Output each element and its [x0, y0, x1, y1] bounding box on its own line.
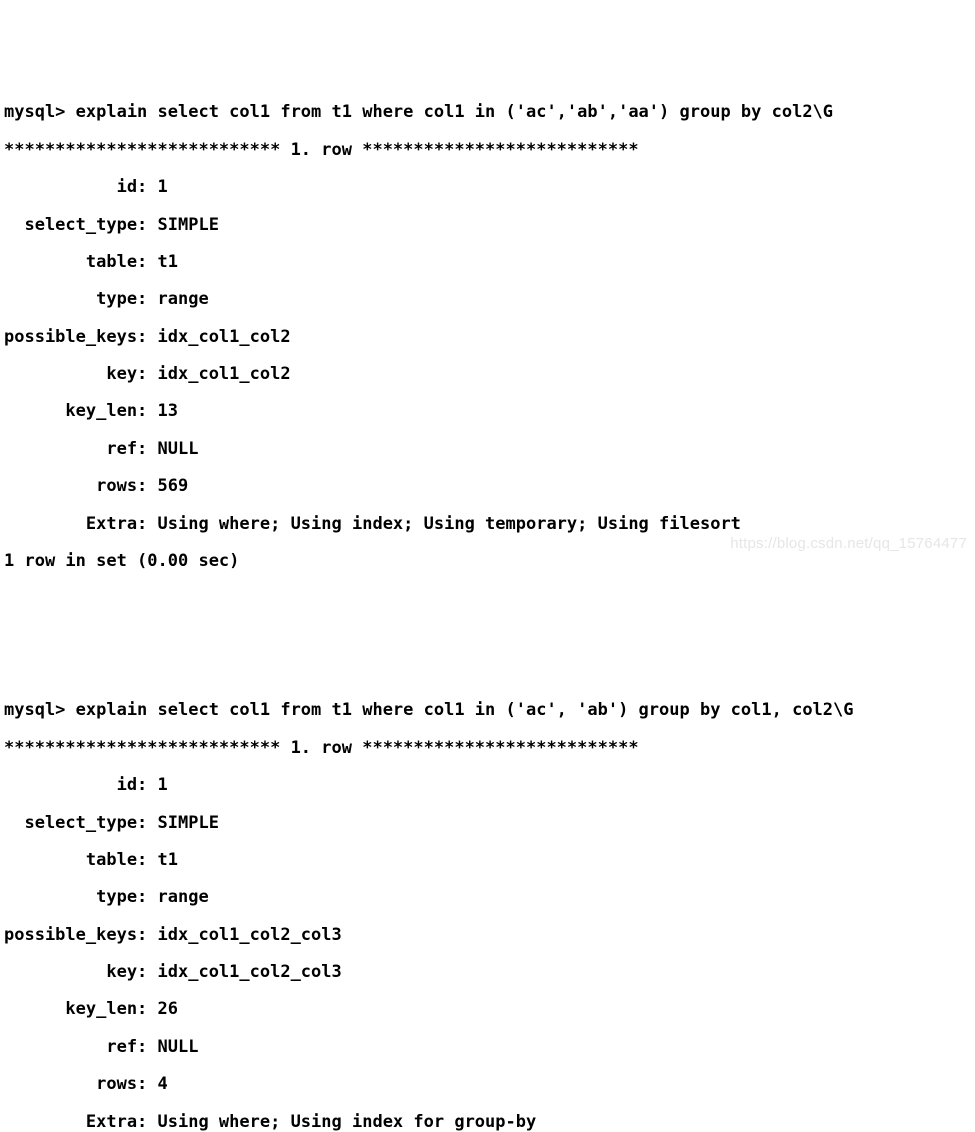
field-key-len-1: key_len: 13 [4, 402, 971, 421]
field-ref-2: ref: NULL [4, 1038, 971, 1057]
field-rows-2: rows: 4 [4, 1075, 971, 1094]
field-type-1: type: range [4, 290, 971, 309]
mysql-prompt-2: mysql> explain select col1 from t1 where… [4, 701, 971, 720]
result-footer-1: 1 row in set (0.00 sec) [4, 552, 971, 571]
field-key-1: key: idx_col1_col2 [4, 365, 971, 384]
field-extra-2: Extra: Using where; Using index for grou… [4, 1113, 971, 1132]
mysql-prompt-1: mysql> explain select col1 from t1 where… [4, 103, 971, 122]
row-header-2: *************************** 1. row *****… [4, 739, 971, 758]
field-id-1: id: 1 [4, 178, 971, 197]
blank-line [4, 627, 971, 646]
row-header-1: *************************** 1. row *****… [4, 141, 971, 160]
field-key-len-2: key_len: 26 [4, 1000, 971, 1019]
field-table-2: table: t1 [4, 851, 971, 870]
field-key-2: key: idx_col1_col2_col3 [4, 963, 971, 982]
field-type-2: type: range [4, 888, 971, 907]
watermark: https://blog.csdn.net/qq_15764477 [730, 536, 967, 553]
field-possible-keys-1: possible_keys: idx_col1_col2 [4, 328, 971, 347]
terminal-output: mysql> explain select col1 from t1 where… [4, 85, 971, 1132]
field-extra-1: Extra: Using where; Using index; Using t… [4, 515, 971, 534]
field-table-1: table: t1 [4, 253, 971, 272]
field-possible-keys-2: possible_keys: idx_col1_col2_col3 [4, 926, 971, 945]
blank-line [4, 589, 971, 608]
field-rows-1: rows: 569 [4, 477, 971, 496]
field-ref-1: ref: NULL [4, 440, 971, 459]
field-id-2: id: 1 [4, 776, 971, 795]
field-select-type-1: select_type: SIMPLE [4, 216, 971, 235]
blank-line [4, 664, 971, 683]
field-select-type-2: select_type: SIMPLE [4, 814, 971, 833]
